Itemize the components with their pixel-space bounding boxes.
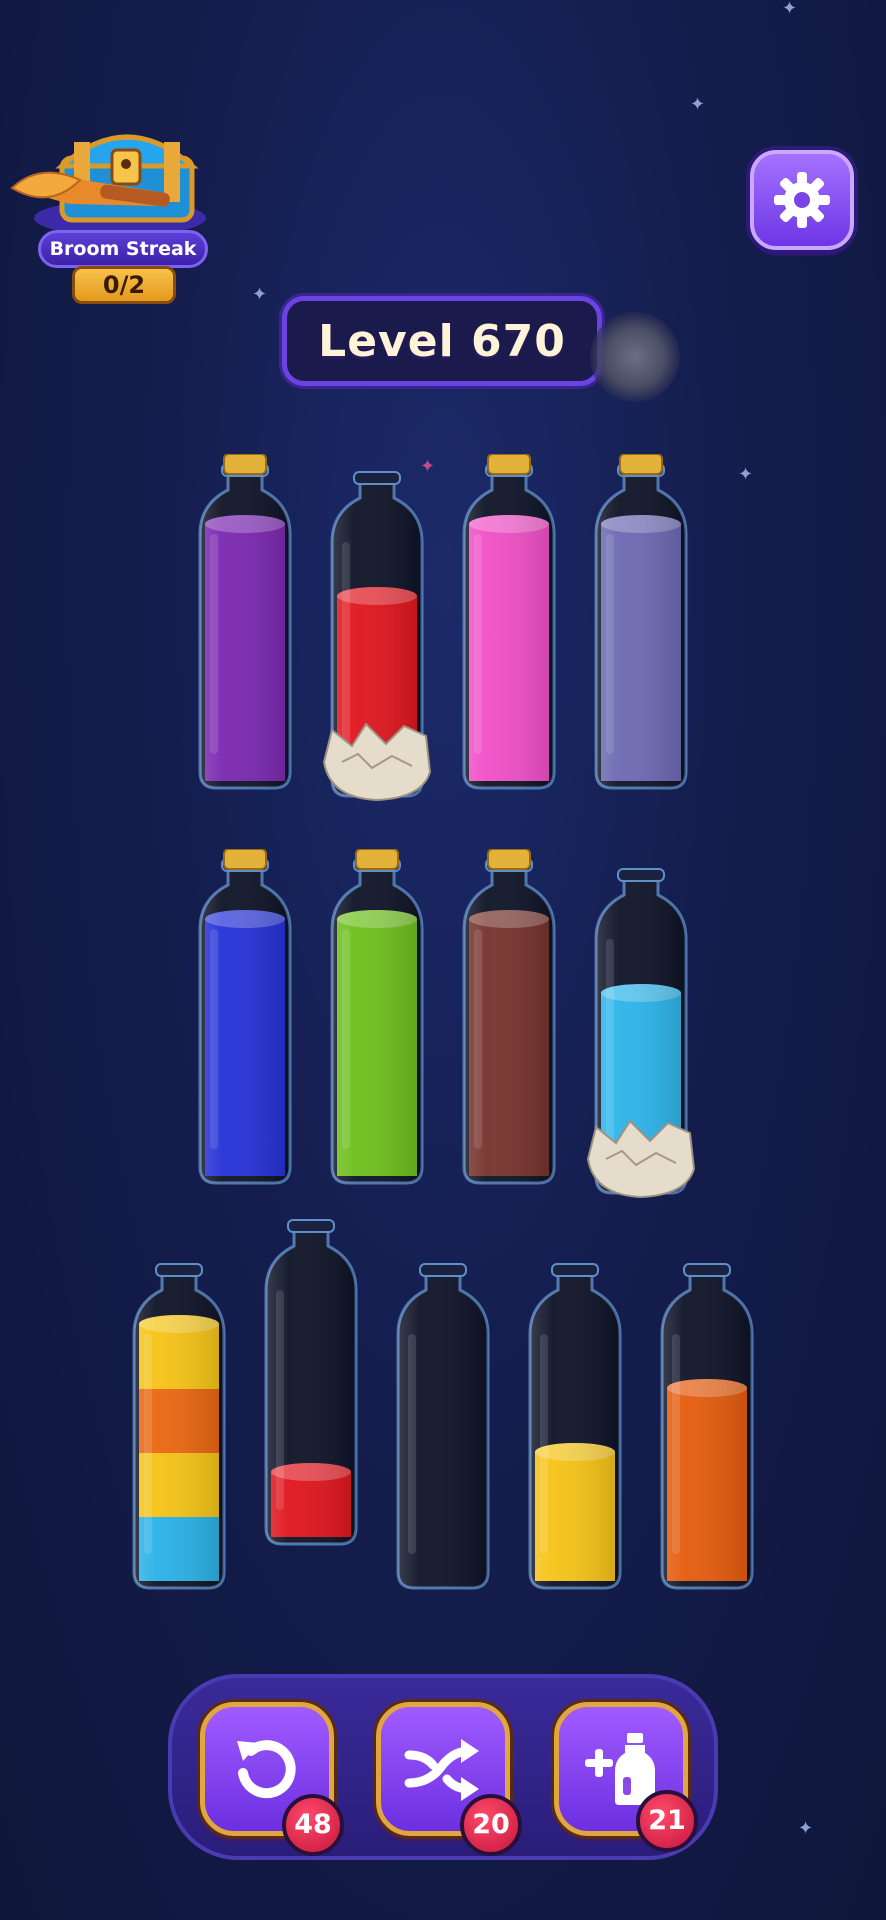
bottle-4[interactable]: [586, 454, 696, 794]
undo-count-badge: 48: [282, 1794, 344, 1856]
gear-icon: [774, 172, 830, 228]
cork-icon: [223, 849, 267, 870]
bottle-9[interactable]: [124, 1254, 234, 1594]
settings-button[interactable]: [750, 150, 854, 250]
rock-base-icon: [322, 722, 432, 802]
shuffle-icon: [404, 1739, 479, 1801]
star-decoration: ✦: [782, 0, 798, 19]
cork-icon: [223, 454, 267, 475]
bottle-6[interactable]: [322, 849, 432, 1189]
cork-icon: [619, 454, 663, 475]
bottle-13[interactable]: [652, 1254, 762, 1594]
bottle-5[interactable]: [190, 849, 300, 1189]
bottle-7[interactable]: [454, 849, 564, 1189]
add-bottle-count-badge: 21: [636, 1790, 698, 1852]
star-decoration: ✦: [252, 284, 268, 305]
shuffle-count-badge: 20: [460, 1794, 522, 1856]
bottle-2[interactable]: [322, 462, 432, 802]
cork-icon: [487, 454, 531, 475]
bottle-10[interactable]: [256, 1210, 366, 1550]
bottle-3[interactable]: [454, 454, 564, 794]
bottle-12[interactable]: [520, 1254, 630, 1594]
cork-icon: [487, 849, 531, 870]
star-decoration: ✦: [690, 94, 706, 115]
cork-icon: [355, 849, 399, 870]
level-label: Level 670: [318, 315, 566, 367]
bottle-11[interactable]: [388, 1254, 498, 1594]
undo-icon: [237, 1740, 296, 1799]
star-decoration: ✦: [738, 464, 754, 485]
bottle-8[interactable]: [586, 859, 696, 1199]
broom-streak-count: 0/2: [72, 266, 176, 304]
broom-streak-label: Broom Streak: [38, 230, 208, 268]
rock-base-icon: [586, 1119, 696, 1199]
treasure-chest-icon: [10, 134, 206, 236]
level-toggle-dot[interactable]: [590, 312, 680, 402]
level-indicator: Level 670: [282, 296, 602, 386]
broom-streak-badge[interactable]: Broom Streak 0/2: [10, 118, 210, 304]
star-decoration: ✦: [798, 1818, 814, 1839]
bottle-1[interactable]: [190, 454, 300, 794]
